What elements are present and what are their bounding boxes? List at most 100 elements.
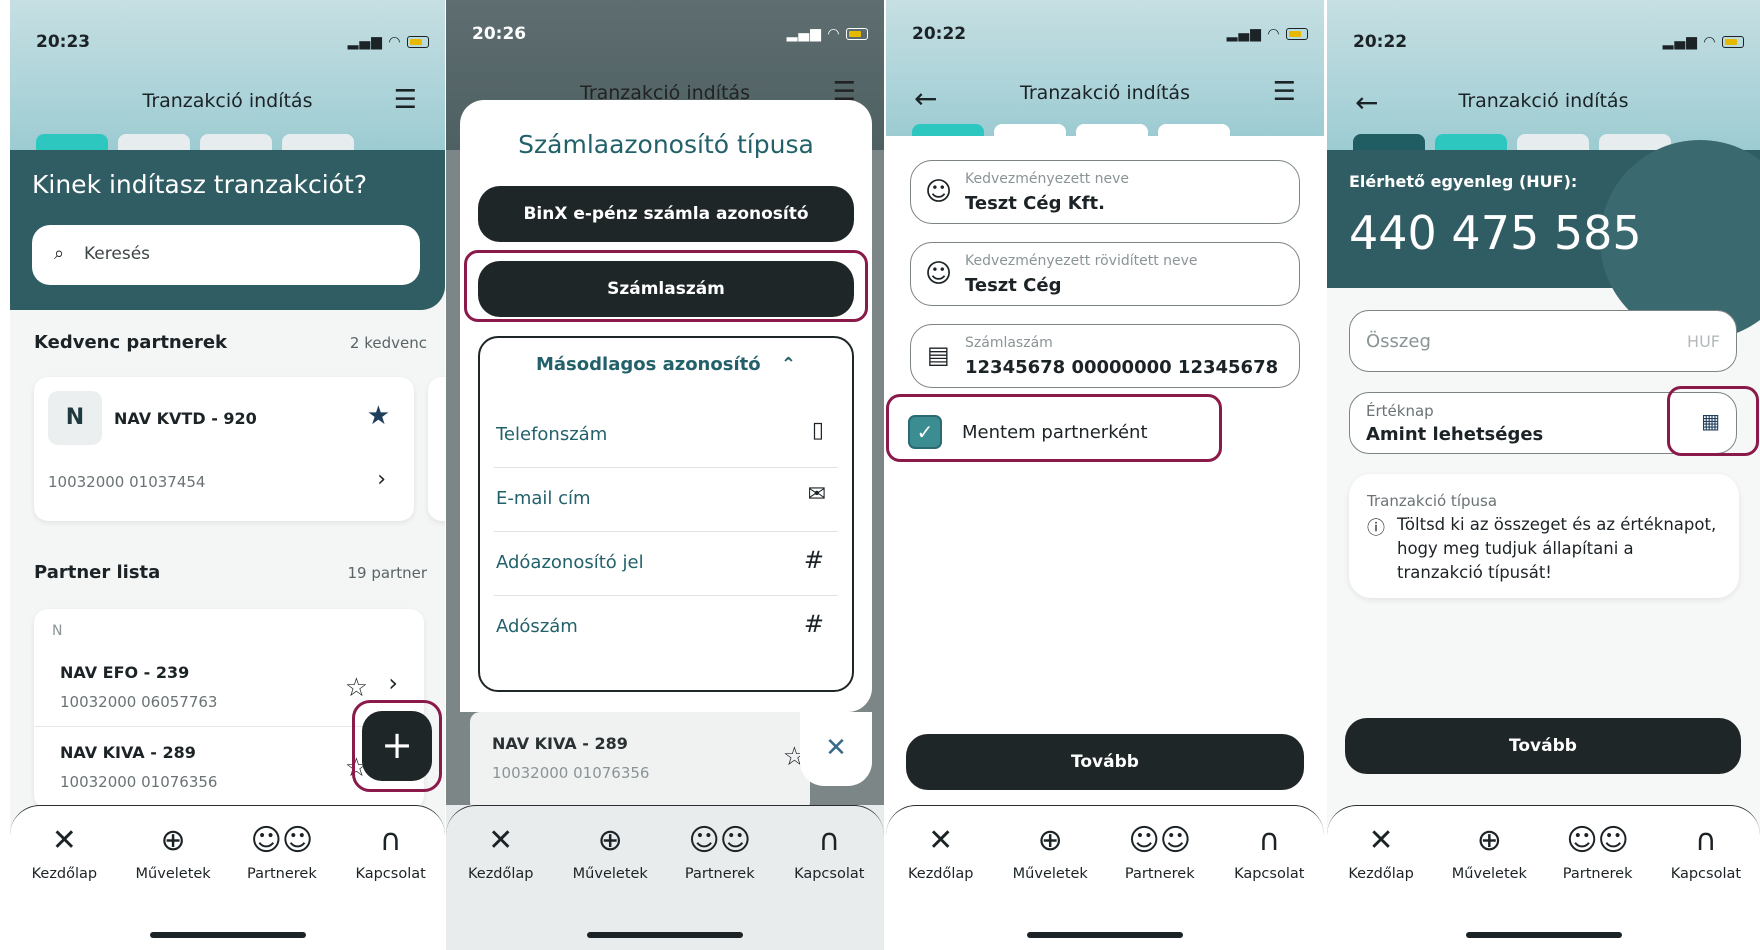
nav-partners[interactable]: ☺☺ Partnerek bbox=[1548, 821, 1648, 950]
nav-partners[interactable]: ☺☺ Partnerek bbox=[1110, 821, 1210, 950]
nav-label: Partnerek bbox=[1562, 866, 1633, 882]
nav-contact[interactable]: ∩ Kapcsolat bbox=[341, 821, 441, 950]
search-placeholder: Keresés bbox=[84, 244, 151, 264]
hash-icon: # bbox=[803, 610, 824, 638]
next-button[interactable]: Tovább bbox=[1345, 718, 1741, 774]
star-outline-icon[interactable]: ☆ bbox=[345, 673, 368, 703]
beneficiary-short-name-field[interactable]: ☺ Kedvezményezett rövidített neve Teszt … bbox=[910, 242, 1300, 306]
secondary-title: Másodlagos azonosító bbox=[536, 354, 761, 375]
plus-circle-icon: ⊕ bbox=[597, 823, 623, 858]
type-label: Tranzakció típusa bbox=[1367, 492, 1498, 510]
nav-home[interactable]: ✕ Kezdőlap bbox=[1331, 821, 1431, 950]
nav-contact[interactable]: ∩ Kapcsolat bbox=[1219, 821, 1319, 950]
nav-contact[interactable]: ∩ Kapcsolat bbox=[1656, 821, 1756, 950]
amount-input[interactable]: Összeg HUF bbox=[1349, 310, 1737, 372]
step-indicator bbox=[912, 124, 1230, 136]
header-gradient bbox=[886, 0, 1324, 136]
field-label: Kedvezményezett neve bbox=[965, 171, 1130, 187]
bottom-sheet: Számlaazonosító típusa BinX e-pénz száml… bbox=[460, 100, 872, 712]
secondary-id-panel: Másodlagos azonosító ⌃ Telefonszám ▯ E-m… bbox=[478, 336, 854, 692]
account-number-field[interactable]: ▤ Számlaszám 12345678 00000000 12345678 bbox=[910, 324, 1300, 388]
close-sheet-button[interactable]: ✕ bbox=[800, 712, 872, 786]
plus-circle-icon: ⊕ bbox=[160, 823, 186, 858]
nav-partners[interactable]: ☺☺ Partnerek bbox=[670, 821, 770, 950]
chevron-right-icon[interactable]: › bbox=[377, 467, 386, 492]
nav-operations[interactable]: ⊕ Műveletek bbox=[560, 821, 660, 950]
wifi-icon: ◠ bbox=[388, 34, 402, 50]
nav-contact[interactable]: ∩ Kapcsolat bbox=[779, 821, 879, 950]
menu-icon[interactable]: ☰ bbox=[1273, 79, 1296, 105]
field-value: Teszt Cég bbox=[965, 275, 1062, 296]
highlight-save-partner bbox=[886, 394, 1222, 462]
list-item[interactable]: Telefonszám ▯ bbox=[494, 404, 838, 468]
nav-partners[interactable]: ☺☺ Partnerek bbox=[232, 821, 332, 950]
nav-operations[interactable]: ⊕ Műveletek bbox=[1439, 821, 1539, 950]
menu-icon[interactable]: ☰ bbox=[833, 79, 856, 105]
avatar: N bbox=[48, 391, 102, 445]
nav-home[interactable]: ✕ Kezdőlap bbox=[451, 821, 551, 950]
partner-account: 10032000 01076356 bbox=[492, 764, 650, 782]
field-label: Értéknap bbox=[1366, 402, 1434, 420]
search-header: Kinek indítasz tranzakciót? ⌕ Keresés bbox=[10, 150, 445, 310]
highlight-calendar bbox=[1667, 386, 1759, 456]
screen-id-type-sheet: 20:26 ▂▄▆ ◠ Tranzakció indítás ☰ NAV KIV… bbox=[446, 0, 884, 950]
nav-home[interactable]: ✕ Kezdőlap bbox=[14, 821, 114, 950]
item-label: E-mail cím bbox=[496, 488, 591, 509]
bottom-nav: ✕ Kezdőlap ⊕ Műveletek ☺☺ Partnerek ∩ Kapcso… bbox=[886, 805, 1324, 950]
list-item[interactable]: E-mail cím ✉ bbox=[494, 468, 838, 532]
fav-count: 2 kedvenc bbox=[349, 334, 427, 352]
fav-partner-card-2[interactable] bbox=[428, 377, 445, 521]
nav-label: Műveletek bbox=[135, 866, 211, 882]
signal-icon: ▂▄▆ bbox=[1226, 26, 1262, 42]
search-input[interactable]: ⌕ Keresés bbox=[32, 225, 420, 285]
balance-label: Elérhető egyenleg (HUF): bbox=[1349, 172, 1578, 191]
balance-header: Elérhető egyenleg (HUF): 440 475 585 bbox=[1327, 140, 1760, 340]
fav-partner-name: NAV KVTD - 920 bbox=[114, 409, 257, 428]
binx-id-button[interactable]: BinX e-pénz számla azonosító bbox=[478, 186, 854, 242]
heading: Kinek indítasz tranzakciót? bbox=[32, 170, 368, 199]
phone-icon: ▯ bbox=[811, 418, 824, 443]
beneficiary-name-field[interactable]: ☺ Kedvezményezett neve Teszt Cég Kft. bbox=[910, 160, 1300, 224]
nav-operations[interactable]: ⊕ Műveletek bbox=[1000, 821, 1100, 950]
nav-home[interactable]: ✕ Kezdőlap bbox=[891, 821, 991, 950]
next-button[interactable]: Tovább bbox=[906, 734, 1304, 790]
item-label: Telefonszám bbox=[496, 424, 608, 445]
chevron-right-icon[interactable]: › bbox=[388, 669, 398, 697]
mail-icon: ✉ bbox=[807, 482, 826, 507]
nav-label: Partnerek bbox=[247, 866, 317, 882]
home-indicator bbox=[1027, 932, 1183, 938]
status-icons: ▂▄▆ ◠ bbox=[1663, 34, 1744, 50]
list-item[interactable]: Adószám # bbox=[494, 596, 838, 660]
field-label: Számlaszám bbox=[965, 335, 1053, 351]
wifi-icon: ◠ bbox=[1267, 26, 1281, 42]
list-letter: N bbox=[52, 623, 63, 639]
list-title: Partner lista bbox=[34, 562, 161, 583]
status-icons: ▂▄▆ ◠ bbox=[787, 26, 868, 42]
home-indicator bbox=[149, 932, 306, 938]
screen-beneficiary-details: 20:22 ▂▄▆ ◠ ← Tranzakció indítás ☰ ☺ Ked… bbox=[886, 0, 1324, 950]
menu-icon[interactable]: ☰ bbox=[394, 87, 417, 113]
partners-icon: ☺☺ bbox=[688, 823, 752, 858]
nav-label: Műveletek bbox=[1451, 866, 1527, 882]
screen-amount: 20:22 ▂▄▆ ◠ ← Tranzakció indítás Elérhet… bbox=[1327, 0, 1760, 950]
bottom-nav: ✕ Kezdőlap ⊕ Műveletek ☺☺ Partnerek ∩ Kapcso… bbox=[446, 805, 884, 950]
signal-icon: ▂▄▆ bbox=[347, 34, 383, 50]
currency-label: HUF bbox=[1687, 332, 1720, 351]
document-icon: ▤ bbox=[927, 341, 950, 369]
list-item[interactable]: Adóazonosító jel # bbox=[494, 532, 838, 596]
screen-partner-select: 20:23 ▂▄▆ ◠ Tranzakció indítás ☰ Kinek i… bbox=[10, 0, 445, 950]
status-time: 20:22 bbox=[1353, 32, 1408, 52]
header-gradient bbox=[1327, 0, 1760, 150]
fav-partner-card[interactable]: N NAV KVTD - 920 ★ 10032000 01037454 › bbox=[34, 377, 414, 521]
signal-icon: ▂▄▆ bbox=[1662, 34, 1698, 50]
nav-label: Partnerek bbox=[1124, 866, 1195, 882]
star-filled-icon[interactable]: ★ bbox=[367, 401, 390, 431]
secondary-id-toggle[interactable]: Másodlagos azonosító ⌃ bbox=[480, 354, 852, 375]
partner-account: 10032000 06057763 bbox=[60, 693, 218, 711]
page-title: Tranzakció indítás bbox=[1458, 90, 1629, 112]
nav-operations[interactable]: ⊕ Műveletek bbox=[123, 821, 223, 950]
battery-icon bbox=[1722, 36, 1744, 48]
nav-label: Kapcsolat bbox=[794, 866, 865, 882]
status-icons: ▂▄▆ ◠ bbox=[348, 34, 429, 50]
behind-list: NAV KIVA - 289 10032000 01076356 ☆ bbox=[470, 712, 810, 812]
